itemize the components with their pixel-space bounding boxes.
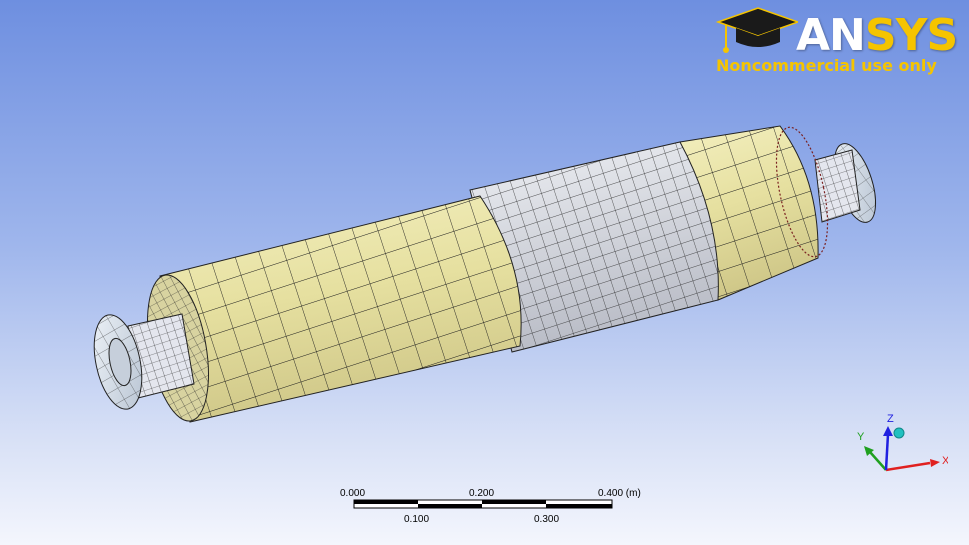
iso-view-ball-icon[interactable] — [893, 427, 905, 439]
y-axis-label: Y — [857, 431, 865, 443]
scale-bar-graphic — [353, 499, 613, 509]
z-axis-label: Z — [887, 413, 894, 425]
brand-accent: SYS — [864, 10, 958, 61]
scale-ruler: 0.000 0.200 0.400 (m) 0.100 0.300 — [330, 484, 641, 532]
z-axis-arrow-icon — [883, 426, 893, 436]
meshed-shaft-model[interactable] — [87, 123, 884, 426]
x-axis-arrow-icon — [930, 459, 940, 467]
left-shell-section — [147, 195, 522, 423]
scale-label-100: 0.100 — [404, 514, 430, 525]
right-neck — [814, 149, 861, 223]
axis-triad[interactable]: X Y Z — [848, 408, 948, 488]
scale-label-300: 0.300 — [534, 514, 560, 525]
graduation-cap-icon — [715, 7, 798, 53]
graphics-viewport[interactable] — [0, 0, 969, 545]
license-tagline: Noncommercial use only — [716, 56, 937, 75]
x-axis-line — [885, 461, 931, 472]
z-axis-line — [884, 433, 890, 471]
ansys-wordmark: ANSYS — [796, 10, 958, 61]
brand-main: AN — [796, 10, 866, 61]
y-axis-line — [869, 451, 887, 471]
x-axis-label: X — [942, 455, 948, 467]
ansys-logo: ANSYS Noncommercial use only — [714, 4, 964, 80]
